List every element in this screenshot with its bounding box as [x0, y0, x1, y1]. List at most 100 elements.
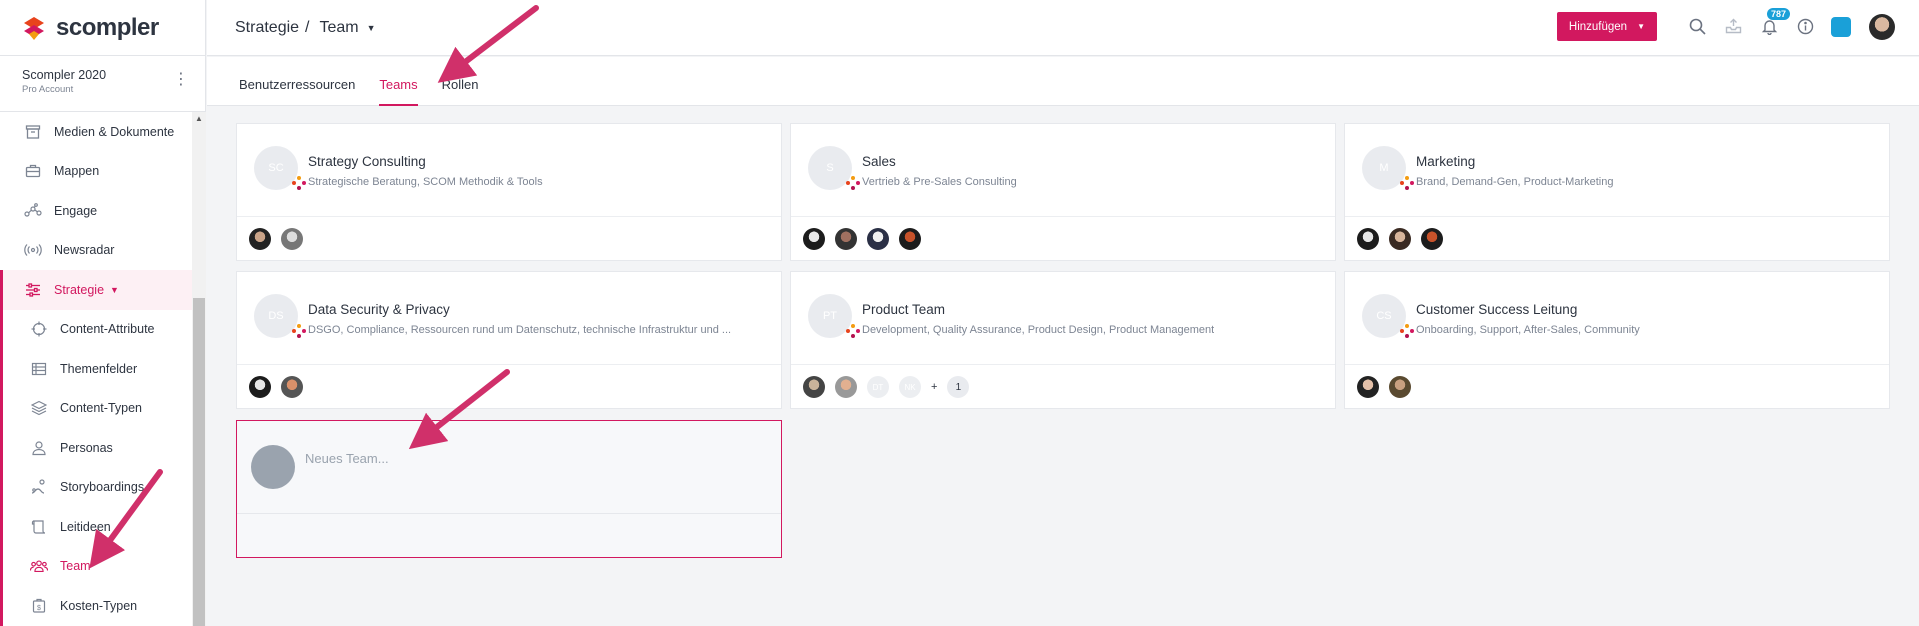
caret-down-icon: ▼: [1637, 22, 1645, 31]
sidebar-item-mappen[interactable]: Mappen: [0, 152, 192, 192]
sidebar-item-label: Medien & Dokumente: [54, 124, 175, 139]
sidebar-item-leitideen[interactable]: Leitideen: [3, 507, 192, 547]
sidebar-item-storyboardings[interactable]: Storyboardings: [3, 468, 192, 508]
team-description: DSGO, Compliance, Ressourcen rund um Dat…: [308, 324, 732, 336]
intercom-chat-icon[interactable]: [1831, 16, 1851, 37]
team-card-customer-success[interactable]: CS Customer Success Leitung Onboarding, …: [1344, 271, 1890, 409]
team-description: Brand, Demand-Gen, Product-Marketing: [1416, 176, 1614, 188]
info-icon[interactable]: [1795, 17, 1815, 37]
member-avatar-placeholder[interactable]: DT: [867, 376, 889, 398]
sidebar-item-label: Newsradar: [54, 243, 115, 258]
member-avatar[interactable]: [1421, 228, 1443, 250]
new-team-avatar: [251, 445, 295, 489]
sidebar-item-team[interactable]: Team: [3, 547, 192, 587]
sidebar-item-kosten-typen[interactable]: $ Kosten-Typen: [3, 586, 192, 626]
user-avatar[interactable]: [1869, 13, 1895, 40]
team-members: [803, 228, 931, 250]
member-avatar[interactable]: [899, 228, 921, 250]
sidebar-item-label: Strategie: [54, 282, 105, 297]
sidebar-item-content-typen[interactable]: Content-Typen: [3, 389, 192, 429]
broadcast-icon: [24, 241, 42, 259]
breadcrumb: Strategie / Team ▼: [207, 19, 376, 37]
member-avatar[interactable]: [281, 376, 303, 398]
search-icon[interactable]: [1687, 17, 1707, 37]
team-name[interactable]: Marketing: [1416, 154, 1475, 169]
team-card-sales[interactable]: S Sales Vertrieb & Pre-Sales Consulting: [790, 123, 1336, 261]
tab-rollen[interactable]: Rollen: [442, 57, 479, 106]
sidebar-item-newsradar[interactable]: Newsradar: [0, 231, 192, 271]
strategie-group: Strategie ▼ Content-Attribute Themenfeld…: [0, 270, 192, 626]
caret-down-icon[interactable]: ▼: [367, 23, 376, 33]
caret-down-icon: ▼: [110, 284, 119, 295]
network-icon: [24, 202, 42, 220]
scrollbar-thumb[interactable]: [193, 298, 205, 626]
member-avatar[interactable]: [1357, 228, 1379, 250]
team-members: [1357, 228, 1453, 250]
sidebar-item-personas[interactable]: Personas: [3, 428, 192, 468]
team-description: Development, Quality Assurance, Product …: [862, 324, 1215, 336]
team-name[interactable]: Data Security & Privacy: [308, 302, 450, 317]
sidebar-item-label: Storyboardings: [60, 480, 145, 495]
brand-logo[interactable]: scompler: [0, 0, 205, 56]
team-tag-icon: [846, 176, 860, 190]
sidebar-item-medien[interactable]: Medien & Dokumente: [0, 112, 192, 152]
member-avatar[interactable]: [1389, 376, 1411, 398]
sidebar-nav: Medien & Dokumente Mappen Engage Newsrad…: [0, 112, 192, 626]
bell-icon[interactable]: 787: [1759, 7, 1791, 37]
member-avatar[interactable]: [1357, 376, 1379, 398]
sidebar-item-engage[interactable]: Engage: [0, 191, 192, 231]
team-card-product-team[interactable]: PT Product Team Development, Quality Ass…: [790, 271, 1336, 409]
svg-text:$: $: [37, 605, 41, 612]
sliders-icon: [24, 281, 42, 299]
new-team-input[interactable]: Neues Team...: [305, 451, 389, 466]
member-avatar[interactable]: [803, 228, 825, 250]
sidebar-item-strategie[interactable]: Strategie ▼: [3, 270, 192, 310]
team-tag-icon: [846, 324, 860, 338]
breadcrumb-current[interactable]: Team: [320, 19, 359, 37]
brand-name: scompler: [56, 13, 159, 41]
add-button-label: Hinzufügen: [1568, 20, 1628, 33]
member-avatar[interactable]: [1389, 228, 1411, 250]
sidebar-item-content-attribute[interactable]: Content-Attribute: [3, 310, 192, 350]
tab-benutzerressourcen[interactable]: Benutzerressourcen: [239, 57, 355, 106]
member-avatar[interactable]: [803, 376, 825, 398]
briefcase-icon: [24, 162, 42, 180]
sidebar-item-themenfelder[interactable]: Themenfelder: [3, 349, 192, 389]
member-avatar[interactable]: [835, 376, 857, 398]
team-card-data-security[interactable]: DS Data Security & Privacy DSGO, Complia…: [236, 271, 782, 409]
member-avatar[interactable]: [835, 228, 857, 250]
table-icon: [30, 360, 48, 378]
member-avatar[interactable]: [249, 228, 271, 250]
team-card-marketing[interactable]: M Marketing Brand, Demand-Gen, Product-M…: [1344, 123, 1890, 261]
top-header: Strategie / Team ▼ Hinzufügen ▼ 787: [207, 0, 1919, 56]
member-avatar[interactable]: [281, 228, 303, 250]
member-avatar[interactable]: [867, 228, 889, 250]
team-tag-icon: [1400, 324, 1414, 338]
new-team-card[interactable]: Neues Team...: [236, 420, 782, 558]
kebab-menu-icon[interactable]: ⋮: [173, 72, 189, 88]
team-members: [1357, 376, 1421, 398]
team-name[interactable]: Product Team: [862, 302, 945, 317]
account-switcher[interactable]: Scompler 2020 Pro Account ⋮: [0, 56, 205, 112]
team-name[interactable]: Strategy Consulting: [308, 154, 426, 169]
scroll-up-icon[interactable]: ▲: [192, 112, 206, 126]
team-card-strategy-consulting[interactable]: SC Strategy Consulting Strategische Bera…: [236, 123, 782, 261]
breadcrumb-parent[interactable]: Strategie: [235, 19, 299, 37]
sidebar-scrollbar[interactable]: ▲: [192, 112, 206, 626]
member-avatar-placeholder[interactable]: NK: [899, 376, 921, 398]
more-members-count[interactable]: 1: [947, 376, 970, 398]
tab-teams[interactable]: Teams: [379, 57, 418, 106]
team-icon: [30, 557, 48, 575]
team-tag-icon: [292, 176, 306, 190]
inbox-icon[interactable]: [1723, 17, 1743, 37]
add-button[interactable]: Hinzufügen ▼: [1556, 12, 1657, 41]
sidebar-item-label: Team: [60, 559, 91, 574]
more-members-plus: +: [931, 381, 938, 393]
team-tag-icon: [1400, 176, 1414, 190]
user-icon: [30, 439, 48, 457]
team-name[interactable]: Sales: [862, 154, 896, 169]
member-avatar[interactable]: [249, 376, 271, 398]
team-name[interactable]: Customer Success Leitung: [1416, 302, 1577, 317]
header-actions: Hinzufügen ▼ 787: [1556, 7, 1895, 41]
breadcrumb-separator: /: [305, 18, 310, 36]
